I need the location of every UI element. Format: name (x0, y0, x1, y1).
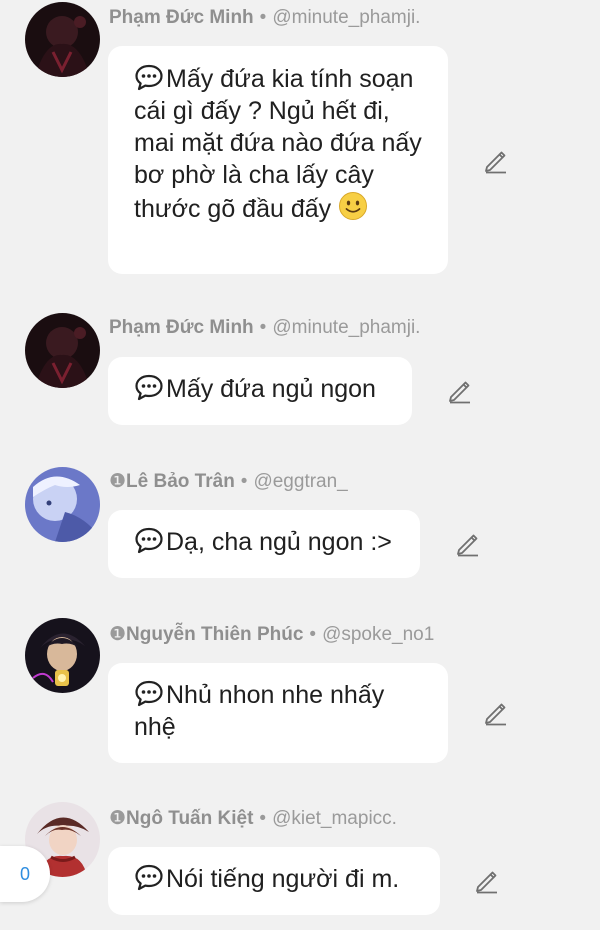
message-bubble[interactable]: Nhủ nhon nhe nhấy nhệ (108, 663, 448, 763)
verified-prefix: ❶ (109, 624, 127, 645)
author-handle[interactable]: @spoke_no1 (322, 624, 434, 645)
message-text: Dạ, cha ngủ ngon :> (166, 528, 392, 556)
message-header: Phạm Đức Minh • @minute_phamji. (109, 7, 420, 29)
speech-bubble-icon (134, 679, 164, 707)
separator-dot: • (240, 471, 248, 492)
message-bubble[interactable]: Nói tiếng người đi m. (108, 847, 440, 915)
message-header: ❶Ngô Tuấn Kiệt • @kiet_mapicc. (109, 807, 397, 830)
speech-bubble-icon (134, 526, 164, 554)
message-bubble[interactable]: Dạ, cha ngủ ngon :> (108, 510, 420, 578)
pencil-icon[interactable] (474, 868, 500, 894)
speech-bubble-icon (134, 863, 164, 891)
verified-prefix: ❶ (109, 808, 127, 829)
badge-count: 0 (19, 863, 30, 884)
author-name[interactable]: Phạm Đức Minh (109, 7, 254, 28)
pencil-icon[interactable] (483, 700, 509, 726)
author-handle[interactable]: @kiet_mapicc. (272, 808, 397, 829)
author-name[interactable]: Phạm Đức Minh (109, 317, 254, 338)
avatar[interactable] (25, 467, 100, 542)
avatar[interactable] (25, 618, 100, 693)
author-name[interactable]: Nguyễn Thiên Phúc (126, 624, 303, 645)
pencil-icon[interactable] (447, 378, 473, 404)
slightly-smiling-face-icon (338, 191, 368, 221)
author-handle[interactable]: @minute_phamji. (272, 317, 420, 338)
avatar[interactable] (25, 2, 100, 77)
message-header: Phạm Đức Minh • @minute_phamji. (109, 317, 420, 339)
message-header: ❶Lê Bảo Trân • @eggtran_ (109, 470, 348, 493)
verified-prefix: ❶ (109, 471, 127, 492)
message-text: Mấy đứa kia tính soạn cái gì đấy ? Ngủ h… (134, 65, 422, 223)
author-handle[interactable]: @eggtran_ (253, 471, 347, 492)
speech-bubble-icon (134, 63, 164, 91)
speech-bubble-icon (134, 373, 164, 401)
message-bubble[interactable]: Mấy đứa kia tính soạn cái gì đấy ? Ngủ h… (108, 46, 448, 274)
message-bubble[interactable]: Mấy đứa ngủ ngon (108, 357, 412, 425)
message-header: ❶Nguyễn Thiên Phúc • @spoke_no1 (109, 623, 434, 646)
author-handle[interactable]: @minute_phamji. (272, 7, 420, 28)
pencil-icon[interactable] (483, 148, 509, 174)
separator-dot: • (309, 624, 317, 645)
separator-dot: • (259, 808, 267, 829)
author-name[interactable]: Lê Bảo Trân (126, 471, 235, 492)
author-name[interactable]: Ngô Tuấn Kiệt (126, 808, 253, 829)
separator-dot: • (259, 7, 267, 28)
pencil-icon[interactable] (455, 531, 481, 557)
message-text: Mấy đứa ngủ ngon (166, 375, 376, 403)
message-text: Nói tiếng người đi m. (166, 865, 400, 893)
separator-dot: • (259, 317, 267, 338)
unread-count-badge[interactable]: 0 (0, 846, 50, 902)
avatar[interactable] (25, 313, 100, 388)
message-text: Nhủ nhon nhe nhấy nhệ (134, 681, 385, 741)
